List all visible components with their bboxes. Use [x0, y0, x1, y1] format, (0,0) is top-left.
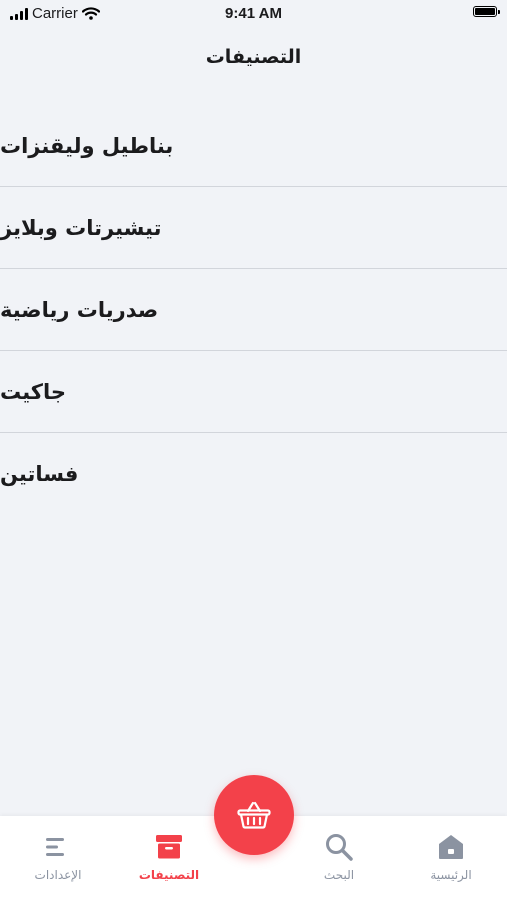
category-list: بناطيل وليقنزات تيشيرتات وبلايز صدريات ر… [0, 105, 507, 515]
battery-icon [473, 6, 500, 17]
page-title: التصنيفات [205, 46, 302, 68]
cart-button[interactable] [214, 775, 294, 855]
category-item[interactable]: بناطيل وليقنزات [0, 105, 507, 187]
tab-categories-label: التصنيفات [138, 868, 200, 882]
category-item[interactable]: جاكيت [0, 351, 507, 433]
status-bar: Carrier 9:41 AM [0, 0, 507, 28]
tab-home[interactable]: الرئيسية [401, 816, 501, 900]
archive-box-icon [156, 835, 182, 859]
tab-search-label: البحث [323, 868, 355, 882]
search-icon [326, 834, 353, 861]
tab-search[interactable]: البحث [289, 816, 389, 900]
home-icon [439, 835, 463, 859]
tab-settings[interactable]: الإعدادات [8, 816, 108, 900]
category-item[interactable]: صدريات رياضية [0, 269, 507, 351]
category-item[interactable]: فساتين [0, 433, 507, 515]
tab-categories[interactable]: التصنيفات [119, 816, 219, 900]
category-item[interactable]: تيشيرتات وبلايز [0, 187, 507, 269]
basket-icon [237, 801, 271, 829]
status-time: 9:41 AM [225, 5, 282, 22]
tab-home-label: الرئيسية [430, 868, 472, 882]
menu-lines-icon [46, 838, 64, 856]
tab-settings-label: الإعدادات [34, 868, 82, 882]
